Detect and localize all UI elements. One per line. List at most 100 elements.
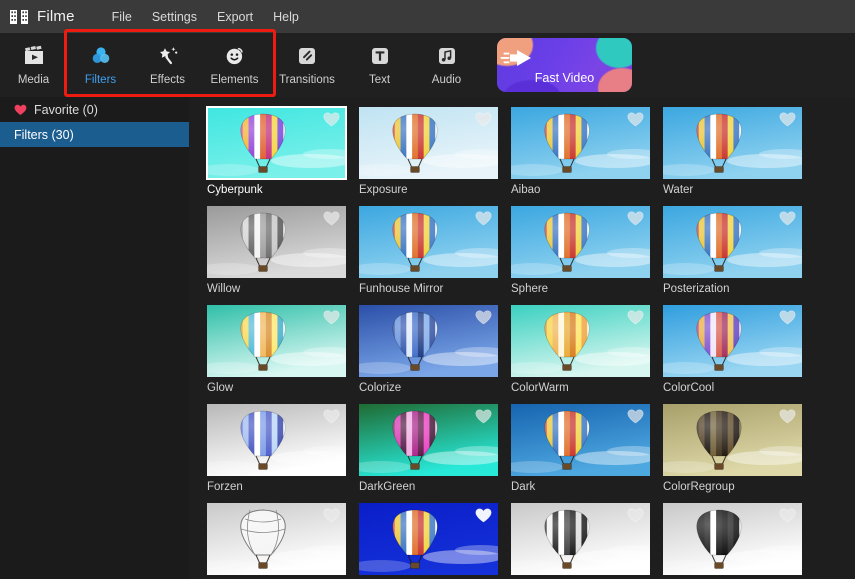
filter-name-label: Forzen <box>207 481 243 493</box>
menu-item-settings[interactable]: Settings <box>142 7 207 27</box>
heart-icon[interactable] <box>627 310 644 325</box>
filter-card[interactable]: Cyberpunk <box>206 106 347 196</box>
toolbar-tab-media[interactable]: Media <box>0 35 67 95</box>
sidebar-item-label: Filters (30) <box>14 127 74 142</box>
sidebar-item-filters[interactable]: Filters (30) <box>0 122 189 147</box>
filter-thumbnail[interactable] <box>207 503 346 575</box>
heart-icon[interactable] <box>323 211 340 226</box>
filter-thumbnail[interactable] <box>511 206 650 278</box>
heart-icon[interactable] <box>475 508 492 523</box>
transition-icon <box>296 44 318 68</box>
heart-icon[interactable] <box>323 409 340 424</box>
filter-card[interactable]: DarkGreen <box>359 404 499 493</box>
sidebar-item-favorite[interactable]: Favorite (0) <box>0 97 189 122</box>
filter-card[interactable]: Sphere <box>511 206 651 295</box>
toolbar-tab-label: Filters <box>84 74 117 86</box>
filter-card[interactable]: Posterization <box>663 206 803 295</box>
speed-arrow-icon <box>497 47 632 69</box>
filter-card[interactable]: Water <box>663 107 803 196</box>
filter-name-label: ColorRegroup <box>663 481 735 493</box>
filter-thumbnail[interactable] <box>207 305 346 377</box>
toolbar-tab-label: Transitions <box>279 74 335 86</box>
filter-name-label: ColorCool <box>663 382 715 394</box>
filter-card[interactable]: Glow <box>207 305 347 394</box>
fast-video-button[interactable]: Fast Video <box>497 38 632 92</box>
menu-item-export[interactable]: Export <box>207 7 263 27</box>
filter-card[interactable]: Forzen <box>207 404 347 493</box>
heart-icon[interactable] <box>627 508 644 523</box>
filter-thumbnail[interactable] <box>663 305 802 377</box>
heart-icon[interactable] <box>627 112 644 127</box>
heart-icon[interactable] <box>779 508 796 523</box>
app-title: Filme <box>37 8 75 25</box>
filter-thumbnail[interactable] <box>511 503 650 575</box>
heart-icon[interactable] <box>323 112 340 127</box>
heart-icon <box>14 104 27 116</box>
filter-card[interactable]: Aibao <box>511 107 651 196</box>
heart-icon[interactable] <box>323 310 340 325</box>
toolbar-tab-audio[interactable]: Audio <box>413 35 480 95</box>
filter-thumbnail[interactable] <box>207 206 346 278</box>
filter-card[interactable]: Dark <box>511 404 651 493</box>
toolbar-tab-elements[interactable]: Elements <box>201 35 268 95</box>
filter-thumbnail[interactable] <box>206 106 347 180</box>
filter-thumbnail[interactable] <box>359 503 498 575</box>
menu-item-file[interactable]: File <box>102 7 142 27</box>
toolbar-tab-label: Media <box>17 74 50 86</box>
filter-thumbnail[interactable] <box>663 107 802 179</box>
filter-name-label: Funhouse Mirror <box>359 283 444 295</box>
filter-thumbnail[interactable] <box>359 305 498 377</box>
filter-thumbnail[interactable] <box>359 404 498 476</box>
toolbar-tab-effects[interactable]: Effects <box>134 35 201 95</box>
heart-icon[interactable] <box>475 211 492 226</box>
filter-thumbnail[interactable] <box>663 404 802 476</box>
filter-card[interactable]: Funhouse Mirror <box>359 206 499 295</box>
filter-card[interactable]: ColorRegroup <box>663 404 803 493</box>
filter-card[interactable] <box>207 503 347 579</box>
text-t-icon <box>369 44 391 68</box>
heart-icon[interactable] <box>323 508 340 523</box>
filter-thumbnail[interactable] <box>359 206 498 278</box>
toolbar-tab-filters[interactable]: Filters <box>67 35 134 95</box>
heart-icon[interactable] <box>475 112 492 127</box>
filmstrip-icon <box>9 8 29 26</box>
filter-name-label: Water <box>663 184 694 196</box>
heart-icon[interactable] <box>779 310 796 325</box>
filter-card[interactable]: Willow <box>207 206 347 295</box>
filter-thumbnail[interactable] <box>663 503 802 575</box>
heart-icon[interactable] <box>779 211 796 226</box>
toolbar-tab-transitions[interactable]: Transitions <box>268 35 346 95</box>
filter-name-label: Posterization <box>663 283 730 295</box>
sidebar-item-label: Favorite (0) <box>34 102 98 117</box>
filter-card[interactable]: Exposure <box>359 107 499 196</box>
filter-thumbnail[interactable] <box>511 404 650 476</box>
filter-card[interactable]: Colorize <box>359 305 499 394</box>
title-bar: Filme File Settings Export Help <box>0 0 855 33</box>
magic-wand-icon <box>157 44 179 68</box>
filter-thumbnail[interactable] <box>511 107 650 179</box>
filter-thumbnail[interactable] <box>207 404 346 476</box>
menu-item-help[interactable]: Help <box>263 7 309 27</box>
heart-icon[interactable] <box>627 211 644 226</box>
toolbar-tab-text[interactable]: Text <box>346 35 413 95</box>
category-sidebar: Favorite (0) Filters (30) <box>0 97 189 579</box>
toolbar-tab-label: Text <box>368 74 391 86</box>
heart-icon[interactable] <box>627 409 644 424</box>
filme-app-window: Filme File Settings Export Help Media Fi… <box>0 0 855 579</box>
filter-card[interactable] <box>663 503 803 579</box>
heart-icon[interactable] <box>779 112 796 127</box>
heart-icon[interactable] <box>475 310 492 325</box>
menu-bar: File Settings Export Help <box>102 7 309 27</box>
filter-name-label: Willow <box>207 283 241 295</box>
filters-content-panel[interactable]: Cyberpunk Exposure Aibao Water Willow Fu… <box>189 97 855 579</box>
filter-card[interactable] <box>359 503 499 579</box>
filter-thumbnail[interactable] <box>511 305 650 377</box>
filter-card[interactable]: ColorWarm <box>511 305 651 394</box>
filter-name-label: Aibao <box>511 184 541 196</box>
heart-icon[interactable] <box>779 409 796 424</box>
filter-card[interactable]: ColorCool <box>663 305 803 394</box>
heart-icon[interactable] <box>475 409 492 424</box>
filter-card[interactable] <box>511 503 651 579</box>
filter-thumbnail[interactable] <box>663 206 802 278</box>
filter-thumbnail[interactable] <box>359 107 498 179</box>
